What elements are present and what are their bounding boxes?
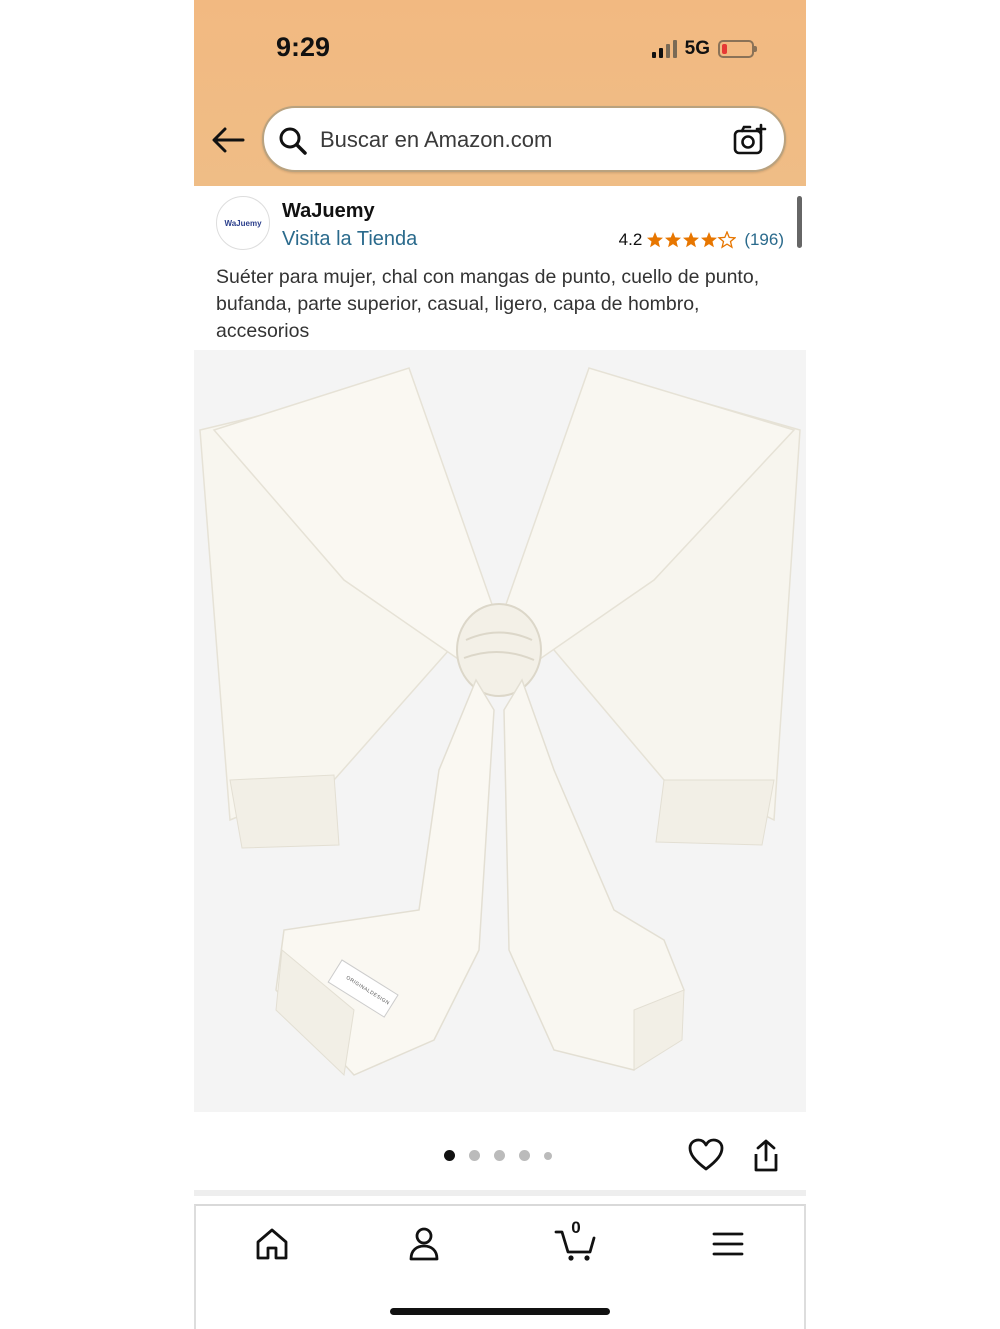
visit-store-link[interactable]: Visita la Tienda	[282, 228, 417, 251]
store-logo[interactable]: WaJuemy	[216, 196, 270, 250]
pagination-dot[interactable]	[519, 1150, 530, 1161]
cart-count: 0	[571, 1218, 581, 1237]
store-name: WaJuemy	[282, 200, 375, 222]
home-indicator[interactable]	[390, 1308, 610, 1315]
image-pagination[interactable]	[444, 1150, 552, 1161]
user-icon[interactable]	[394, 1224, 454, 1264]
search-input[interactable]	[320, 122, 720, 158]
rating-value: 4.2	[618, 230, 643, 249]
header: 9:29 5G	[194, 0, 806, 186]
heart-icon[interactable]	[688, 1138, 724, 1177]
battery-icon	[718, 40, 757, 58]
camera-search-icon[interactable]	[732, 122, 768, 163]
store-row: WaJuemy WaJuemy Visita la Tienda 4.2 (19…	[194, 190, 806, 260]
status-time: 9:29	[276, 32, 331, 62]
phone-screen: 9:29 5G Buscar en Amazon.com WaJuemy WaJ…	[194, 0, 806, 1329]
status-indicators: 5G	[651, 38, 757, 60]
star-rating-icon	[646, 231, 736, 249]
section-divider	[194, 1190, 806, 1196]
rating[interactable]: 4.2 (196)	[619, 230, 784, 250]
pagination-dot[interactable]	[544, 1151, 552, 1160]
back-arrow-icon[interactable]	[208, 120, 248, 160]
knit-shawl-illustration	[194, 350, 806, 1112]
cart-icon[interactable]: 0	[546, 1218, 606, 1264]
review-count[interactable]: (196)	[744, 230, 784, 250]
pagination-dot[interactable]	[444, 1150, 455, 1161]
pagination-dot[interactable]	[494, 1150, 505, 1161]
menu-icon[interactable]	[698, 1224, 758, 1264]
search-icon[interactable]	[278, 126, 308, 161]
search-bar[interactable]	[262, 106, 786, 172]
home-icon[interactable]	[242, 1224, 302, 1264]
share-icon[interactable]	[750, 1138, 782, 1179]
product-title: Suéter para mujer, chal con mangas de pu…	[216, 266, 760, 342]
scrollbar[interactable]	[797, 196, 802, 248]
product-image[interactable]: ORIGINALDESIGN	[194, 350, 806, 1112]
signal-icon	[651, 40, 677, 58]
pagination-dot[interactable]	[469, 1150, 480, 1161]
network-label: 5G	[684, 38, 710, 59]
